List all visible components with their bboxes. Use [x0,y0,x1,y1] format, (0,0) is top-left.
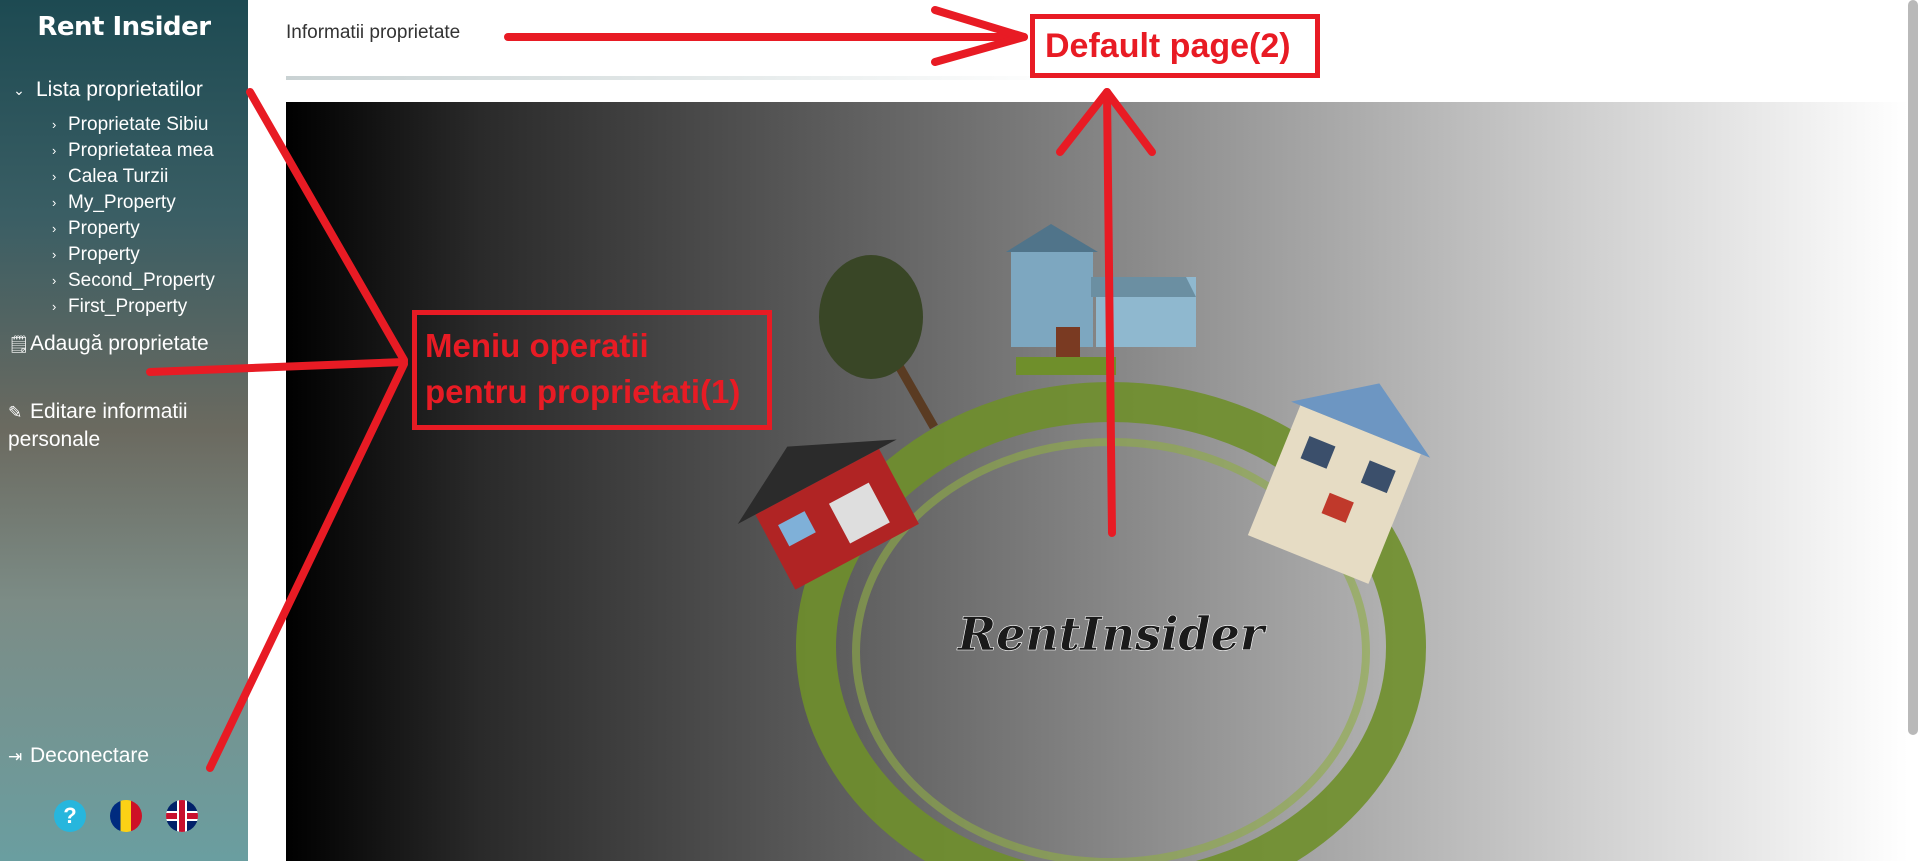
chevron-right-icon: › [52,195,57,210]
hero-illustration: RentInsider [737,224,1431,861]
hero-logo-text: RentInsider [956,607,1268,661]
edit-personal-info-link[interactable]: ✎ Editare informatii personale [8,398,240,453]
brand-logo[interactable]: Rent Insider [0,12,248,42]
romanian-flag-icon[interactable] [110,800,142,832]
chevron-right-icon: › [52,169,57,184]
main-content: Informatii proprietate RentInsider [248,0,1920,861]
chevron-right-icon: › [52,273,57,288]
annotation-default-page: Default page(2) [1030,14,1320,78]
house-body [1011,252,1093,347]
property-item[interactable]: › Property [52,216,215,242]
properties-list-label: Lista proprietatilor [36,78,203,101]
sidebar: Rent Insider ⌄ Lista proprietatilor › Pro… [0,0,248,861]
page-title: Informatii proprietate [286,22,461,43]
property-item[interactable]: › My_Property [52,190,215,216]
logout-link[interactable]: ⇥ Deconectare [8,744,149,768]
house-wing-roof [1091,277,1196,297]
uk-flag-icon[interactable] [166,800,198,832]
chevron-right-icon: › [52,221,57,236]
add-note-icon: 🗒 [8,335,30,354]
properties-list: › Proprietate Sibiu › Proprietatea mea › Ca… [52,112,215,320]
hero-image: RentInsider [286,102,1908,861]
house-roof [1006,224,1098,252]
annotation-menu-operations: Meniu operatii pentru proprietati(1) [412,310,772,430]
chevron-right-icon: › [52,117,57,132]
property-item[interactable]: › Calea Turzii [52,164,215,190]
title-divider [286,76,1066,80]
chevron-right-icon: › [52,299,57,314]
language-bar: ? [54,800,198,832]
property-item[interactable]: › Second_Property [52,268,215,294]
property-item[interactable]: › Proprietate Sibiu [52,112,215,138]
edit-list-icon: ✎ [8,403,23,422]
scrollbar[interactable] [1908,0,1918,735]
add-property-link[interactable]: 🗒Adaugă proprietate [8,330,240,358]
help-icon[interactable]: ? [54,800,86,832]
tree-canopy [819,255,923,379]
victorian-house [1247,383,1431,584]
house-lawn [1016,357,1116,375]
chevron-down-icon: ⌄ [13,81,25,98]
property-item[interactable]: › Proprietatea mea [52,138,215,164]
properties-list-toggle[interactable]: ⌄ Lista proprietatilor [10,78,203,102]
property-item[interactable]: › First_Property [52,294,215,320]
chevron-right-icon: › [52,143,57,158]
chevron-right-icon: › [52,247,57,262]
property-item[interactable]: › Property [52,242,215,268]
logout-icon: ⇥ [8,747,23,766]
